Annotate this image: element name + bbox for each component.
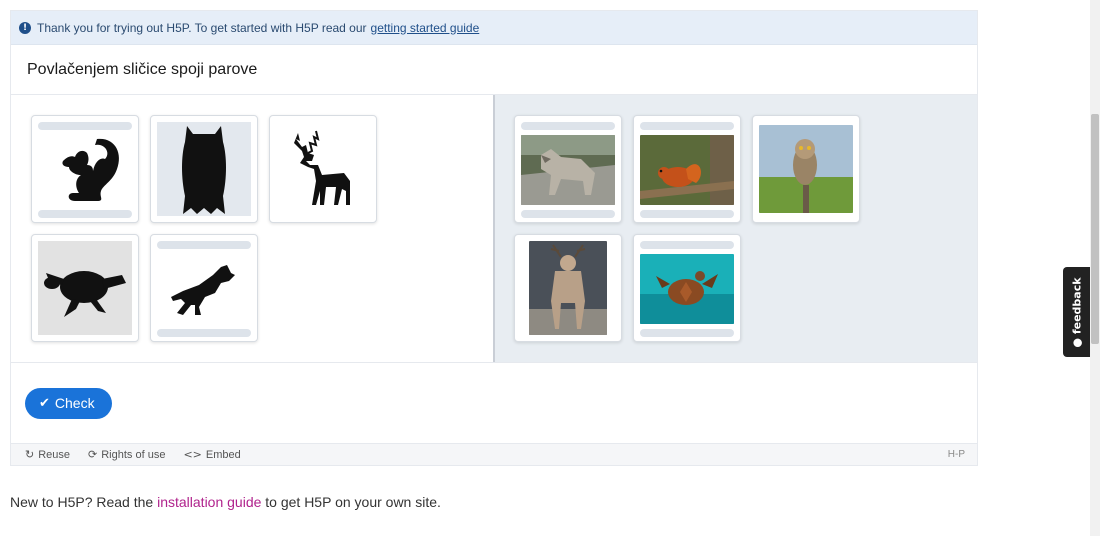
deer-photo [521,241,615,335]
h5p-content-frame: ! Thank you for trying out H5P. To get s… [10,10,978,466]
embed-label: Embed [205,448,241,461]
page-scrollbar[interactable] [1090,0,1100,536]
turtle-photo [640,249,734,329]
owl-photo [759,122,853,216]
feedback-tab[interactable]: ● feedback [1063,267,1092,357]
drag-board [11,95,977,363]
draggable-turtle-silhouette[interactable] [31,234,139,342]
wolf-icon [157,249,251,329]
notice-text: Thank you for trying out H5P. To get sta… [37,20,367,35]
checkmark-icon: ✔ [39,395,50,411]
card-bar [38,122,132,130]
card-bar [521,210,615,218]
install-note: New to H5P? Read the installation guide … [10,494,441,510]
dropzone-owl-photo[interactable] [752,115,860,223]
getting-started-link[interactable]: getting started guide [371,21,480,35]
h5p-logo[interactable]: H-P [948,449,965,460]
draggable-wolf-silhouette[interactable] [150,234,258,342]
card-bar [157,241,251,249]
check-button-label: Check [54,395,95,411]
squirrel-icon [38,130,132,210]
draggable-squirrel-silhouette[interactable] [31,115,139,223]
check-button[interactable]: ✔ Check [25,387,112,419]
card-bar [640,210,734,218]
card-bar [157,329,251,337]
handshake-icon: ⟳ [88,448,98,461]
h5p-actions-bar: ↻ Reuse ⟳ Rights of use <> Embed H-P [11,443,977,465]
dropzone-turtle-photo[interactable] [633,234,741,342]
info-icon: ! [19,21,31,34]
reuse-button[interactable]: ↻ Reuse [25,448,70,461]
squirrel-photo [640,130,734,210]
embed-button[interactable]: <> Embed [183,448,240,461]
info-notice: ! Thank you for trying out H5P. To get s… [11,11,977,45]
deer-icon [276,122,370,216]
actions-area: ✔ Check [11,363,977,443]
rights-of-use-button[interactable]: ⟳ Rights of use [88,448,165,461]
owl-icon [157,122,251,216]
draggable-deer-silhouette[interactable] [269,115,377,223]
dropzone-wolf-photo[interactable] [514,115,622,223]
card-bar [640,329,734,337]
wolf-photo [521,130,615,210]
dropzone-deer-photo[interactable] [514,234,622,342]
install-prefix: New to H5P? Read the [10,494,154,510]
reuse-label: Reuse [38,448,71,461]
photo-dropzones [495,95,977,362]
card-bar [640,241,734,249]
card-bar [640,122,734,130]
dropzone-squirrel-photo[interactable] [633,115,741,223]
silhouette-pool [11,95,495,362]
card-bar [38,210,132,218]
rights-label: Rights of use [101,448,166,461]
scrollbar-thumb[interactable] [1091,114,1099,344]
installation-guide-link[interactable]: installation guide [157,494,261,510]
code-icon: <> [183,448,202,461]
feedback-label: ● feedback [1071,276,1084,348]
install-suffix: to get H5P on your own site. [265,494,441,510]
reuse-icon: ↻ [25,448,35,461]
draggable-owl-silhouette[interactable] [150,115,258,223]
task-title: Povlačenjem sličice spoji parove [11,45,977,95]
turtle-icon [38,241,132,335]
card-bar [521,122,615,130]
